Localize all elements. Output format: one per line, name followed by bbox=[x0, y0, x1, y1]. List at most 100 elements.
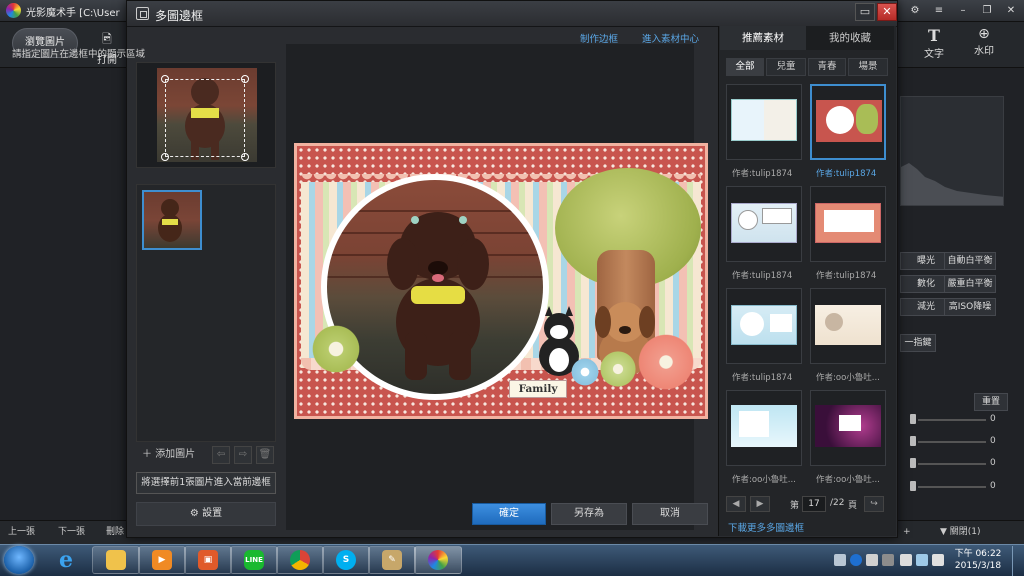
tab-favorites[interactable]: 我的收藏 bbox=[806, 26, 894, 50]
close-panel-button[interactable]: ▼ 關閉(1) bbox=[940, 523, 1010, 541]
slider-value: 0 bbox=[990, 414, 996, 424]
subtab-youth[interactable]: 青春 bbox=[808, 58, 846, 76]
pager-total: /22 bbox=[830, 498, 845, 508]
text-tool-icon: T bbox=[928, 26, 940, 45]
strict-white-balance-button[interactable]: 嚴重白平衡 bbox=[944, 275, 996, 293]
template-card[interactable] bbox=[810, 186, 886, 262]
crop-handle[interactable] bbox=[161, 75, 169, 83]
app-minimize-button[interactable]: – bbox=[952, 2, 974, 20]
adjust-slider[interactable]: 0 bbox=[900, 436, 1000, 448]
subtab-all[interactable]: 全部 bbox=[726, 58, 764, 76]
template-card[interactable] bbox=[726, 288, 802, 364]
template-card[interactable] bbox=[810, 288, 886, 364]
dialog-close-button[interactable]: ✕ bbox=[877, 3, 897, 21]
tray-clock[interactable]: 下午 06:22 2015/3/18 bbox=[948, 548, 1008, 572]
frame-icon bbox=[136, 7, 149, 20]
page-number-input[interactable]: 17 bbox=[802, 496, 826, 512]
reset-button[interactable]: 重置 bbox=[974, 393, 1008, 411]
photo-app-icon bbox=[428, 550, 448, 570]
watermark-tool-button[interactable]: ⊕ 水印 bbox=[962, 26, 1006, 57]
green-flower-decoration bbox=[309, 322, 363, 376]
crop-handle[interactable] bbox=[241, 153, 249, 161]
material-center-link[interactable]: 進入素材中心 bbox=[642, 31, 699, 45]
dialog-minimize-button[interactable]: ▭ bbox=[855, 3, 875, 21]
tray-volume-icon[interactable] bbox=[932, 554, 944, 566]
crop-instruction: 請指定圖片在邊框中的顯示區域 bbox=[12, 49, 146, 60]
tray-help-icon[interactable] bbox=[850, 554, 862, 566]
adjust-slider[interactable]: 0 bbox=[900, 458, 1000, 470]
auto-white-balance-button[interactable]: 自動白平衡 bbox=[944, 252, 996, 270]
cancel-button[interactable]: 取消 bbox=[632, 503, 708, 525]
tray-network-icon[interactable] bbox=[916, 554, 928, 566]
image-thumbnail[interactable] bbox=[142, 190, 202, 250]
adjust-slider[interactable]: 0 bbox=[900, 414, 1000, 426]
folder-icon bbox=[106, 550, 126, 570]
tray-settings-icon[interactable] bbox=[866, 554, 878, 566]
template-thumbnail bbox=[731, 305, 797, 345]
subtab-scene[interactable]: 場景 bbox=[848, 58, 888, 76]
taskbar-app[interactable]: ▣ bbox=[184, 546, 232, 574]
add-image-button[interactable]: ＋ 添加圖片 bbox=[142, 446, 206, 464]
slider-knob[interactable] bbox=[910, 481, 916, 491]
taskbar-explorer[interactable] bbox=[92, 546, 140, 574]
app-menu-icon[interactable]: ≡ bbox=[928, 2, 950, 20]
go-page-button[interactable]: ↪ bbox=[864, 496, 884, 512]
tray-expand-icon[interactable] bbox=[882, 554, 894, 566]
slider-value: 0 bbox=[990, 481, 996, 491]
tray-keyboard-icon[interactable] bbox=[834, 554, 846, 566]
adjust-slider[interactable]: 0 bbox=[900, 481, 1000, 493]
template-thumbnail bbox=[731, 405, 797, 447]
high-iso-denoise-button[interactable]: 高ISO降噪 bbox=[944, 298, 996, 316]
show-desktop-button[interactable] bbox=[1012, 546, 1024, 576]
download-more-frames-link[interactable]: 下載更多多圖邊框 bbox=[728, 520, 804, 534]
template-author: 作者:tulip1874 bbox=[732, 169, 793, 179]
app-restore-button[interactable]: ❐ bbox=[976, 2, 998, 20]
taskbar-line[interactable]: LINE bbox=[230, 546, 278, 574]
start-button[interactable] bbox=[4, 546, 34, 574]
taskbar-photo-app[interactable] bbox=[414, 546, 462, 574]
app-close-button[interactable]: ✕ bbox=[1000, 2, 1022, 20]
subtab-children[interactable]: 兒童 bbox=[766, 58, 806, 76]
taskbar-skype[interactable]: S bbox=[322, 546, 370, 574]
tray-flag-icon[interactable] bbox=[900, 554, 912, 566]
template-author: 作者:tulip1874 bbox=[816, 271, 877, 281]
ie-icon[interactable]: e bbox=[44, 546, 88, 574]
taskbar-chrome[interactable] bbox=[276, 546, 324, 574]
move-right-button[interactable]: ⇨ bbox=[234, 446, 252, 464]
template-author: 作者:oo小魯吐... bbox=[732, 475, 796, 485]
crop-handle[interactable] bbox=[161, 153, 169, 161]
make-frame-link[interactable]: 制作边框 bbox=[580, 31, 618, 45]
template-card[interactable] bbox=[726, 390, 802, 466]
template-card-selected[interactable] bbox=[810, 84, 886, 160]
move-left-button[interactable]: ⇦ bbox=[212, 446, 230, 464]
template-card[interactable] bbox=[726, 186, 802, 262]
add-panel-icon[interactable]: + bbox=[903, 523, 915, 541]
prev-page-button[interactable]: ◀ bbox=[726, 496, 746, 512]
template-card[interactable] bbox=[810, 390, 886, 466]
next-image-button[interactable]: 下一張 bbox=[58, 523, 98, 541]
app-skin-icon[interactable]: ⚙ bbox=[904, 2, 926, 20]
one-click-filter-button[interactable]: 一指鍵 bbox=[900, 334, 936, 352]
crop-selection-box[interactable] bbox=[165, 79, 245, 157]
template-card[interactable] bbox=[726, 84, 802, 160]
save-as-button[interactable]: 另存為 bbox=[551, 503, 627, 525]
enter-frame-button[interactable]: 將選擇前1張圖片進入當前邊框 bbox=[136, 472, 276, 494]
delete-thumbnail-button[interactable]: 🗑 bbox=[256, 446, 274, 464]
text-tool-button[interactable]: T 文字 bbox=[912, 26, 956, 60]
taskbar-media-player[interactable]: ▶ bbox=[138, 546, 186, 574]
next-page-button[interactable]: ▶ bbox=[750, 496, 770, 512]
tab-recommended[interactable]: 推薦素材 bbox=[720, 26, 806, 50]
slider-value: 0 bbox=[990, 458, 996, 468]
slider-knob[interactable] bbox=[910, 436, 916, 446]
slider-knob[interactable] bbox=[910, 414, 916, 424]
slider-knob[interactable] bbox=[910, 458, 916, 468]
blue-flower-decoration bbox=[569, 356, 601, 388]
crop-handle[interactable] bbox=[241, 75, 249, 83]
ok-button[interactable]: 確定 bbox=[472, 503, 546, 525]
settings-button[interactable]: ⚙ 設置 bbox=[136, 502, 276, 526]
delete-image-button[interactable]: 刪除 bbox=[106, 523, 126, 541]
taskbar-paint[interactable]: ✎ bbox=[368, 546, 416, 574]
prev-image-button[interactable]: 上一張 bbox=[8, 523, 48, 541]
dialog-titlebar: 多圖邊框 ▭ ✕ bbox=[127, 1, 897, 27]
frame-preview: Family bbox=[294, 143, 708, 419]
